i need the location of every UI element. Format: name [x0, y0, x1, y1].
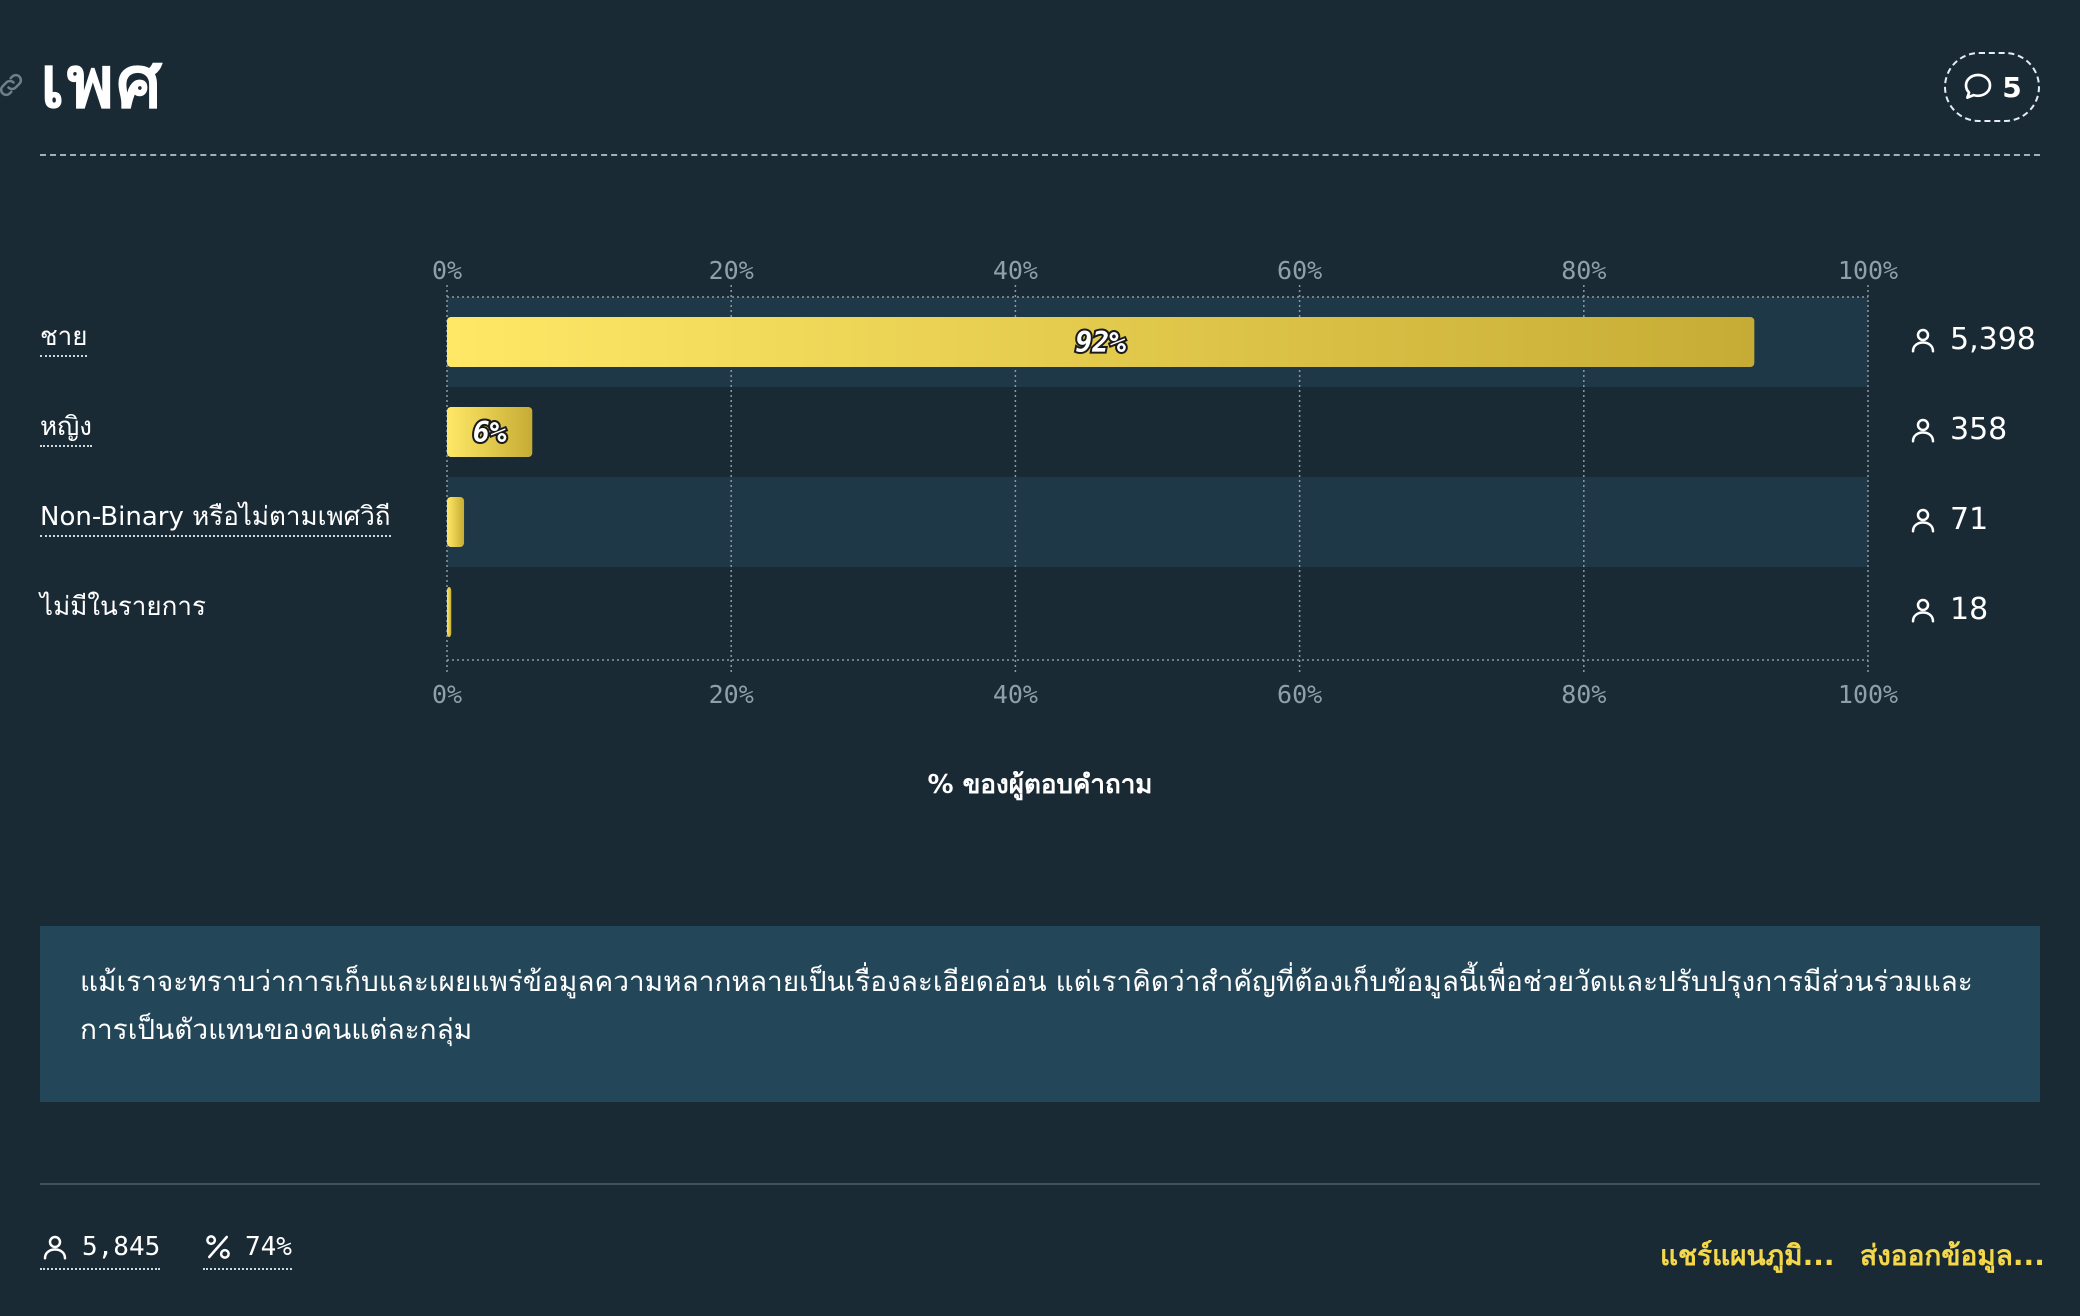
respondents-count: 5,845 — [82, 1232, 161, 1262]
bar — [447, 587, 452, 637]
count-value: 71 — [1950, 502, 1989, 537]
share-chart-link[interactable]: แชร์แผนภูมิ... — [1660, 1234, 1835, 1278]
bar-value-label: 92% — [1075, 326, 1126, 359]
respondent-count: 5,398 — [1908, 322, 2036, 357]
percent-stat[interactable]: 74% — [203, 1232, 292, 1270]
respondent-count: 358 — [1908, 412, 2007, 447]
count-value: 358 — [1950, 412, 2008, 447]
category-label[interactable]: หญิง — [40, 412, 92, 448]
export-data-link[interactable]: ส่งออกข้อมูล... — [1860, 1234, 2045, 1278]
x-tick-label-top: 80% — [1561, 256, 1606, 285]
bar-value-label: 6% — [473, 416, 507, 449]
person-icon — [43, 1235, 67, 1260]
person-icon — [1911, 598, 1935, 622]
count-value: 18 — [1950, 592, 1989, 627]
category-label[interactable]: Non-Binary หรือไม่ตามเพศวิถี — [40, 502, 391, 538]
bar — [447, 497, 465, 547]
x-tick-label-top: 20% — [709, 256, 754, 285]
x-tick-label-top: 0% — [432, 256, 462, 285]
x-tick-label-top: 40% — [993, 256, 1038, 285]
x-tick-label-bottom: 100% — [1838, 680, 1898, 709]
x-tick-label-bottom: 40% — [993, 680, 1038, 709]
x-tick-label-bottom: 80% — [1561, 680, 1606, 709]
percent-value: 74% — [245, 1232, 292, 1262]
chart-svg: 92% 6% 0% 0% 20% 20% 40% 40% 60% 60% 80% 80% 100% 10… — [432, 256, 1898, 709]
category-label[interactable]: ชาย — [40, 322, 88, 358]
percent-icon — [206, 1235, 230, 1259]
footer-divider — [40, 1183, 2040, 1185]
category-label[interactable]: ไม่มีในรายการ — [40, 592, 206, 625]
diversity-note: แม้เราจะทราบว่าการเก็บและเผยแพร่ข้อมูลคว… — [40, 926, 2040, 1102]
person-icon — [1911, 328, 1935, 352]
bar-chart: 92% 6% 0% 0% 20% 20% 40% 40% 60% 60% 80% 80% 100% 10… — [0, 0, 2080, 820]
person-icon — [1911, 418, 1935, 442]
respondent-count: 71 — [1908, 502, 1988, 537]
person-icon — [1911, 508, 1935, 532]
count-value: 5,398 — [1950, 322, 2036, 357]
x-tick-label-bottom: 20% — [709, 680, 754, 709]
respondent-count: 18 — [1908, 592, 1988, 627]
x-tick-label-top: 100% — [1838, 256, 1898, 285]
x-tick-label-bottom: 60% — [1277, 680, 1322, 709]
x-axis-label: % ของผู้ตอบคำถาม — [927, 770, 1153, 800]
x-tick-label-top: 60% — [1277, 256, 1322, 285]
x-tick-label-bottom: 0% — [432, 680, 462, 709]
respondents-stat[interactable]: 5,845 — [40, 1232, 161, 1270]
row-band — [447, 477, 1868, 567]
